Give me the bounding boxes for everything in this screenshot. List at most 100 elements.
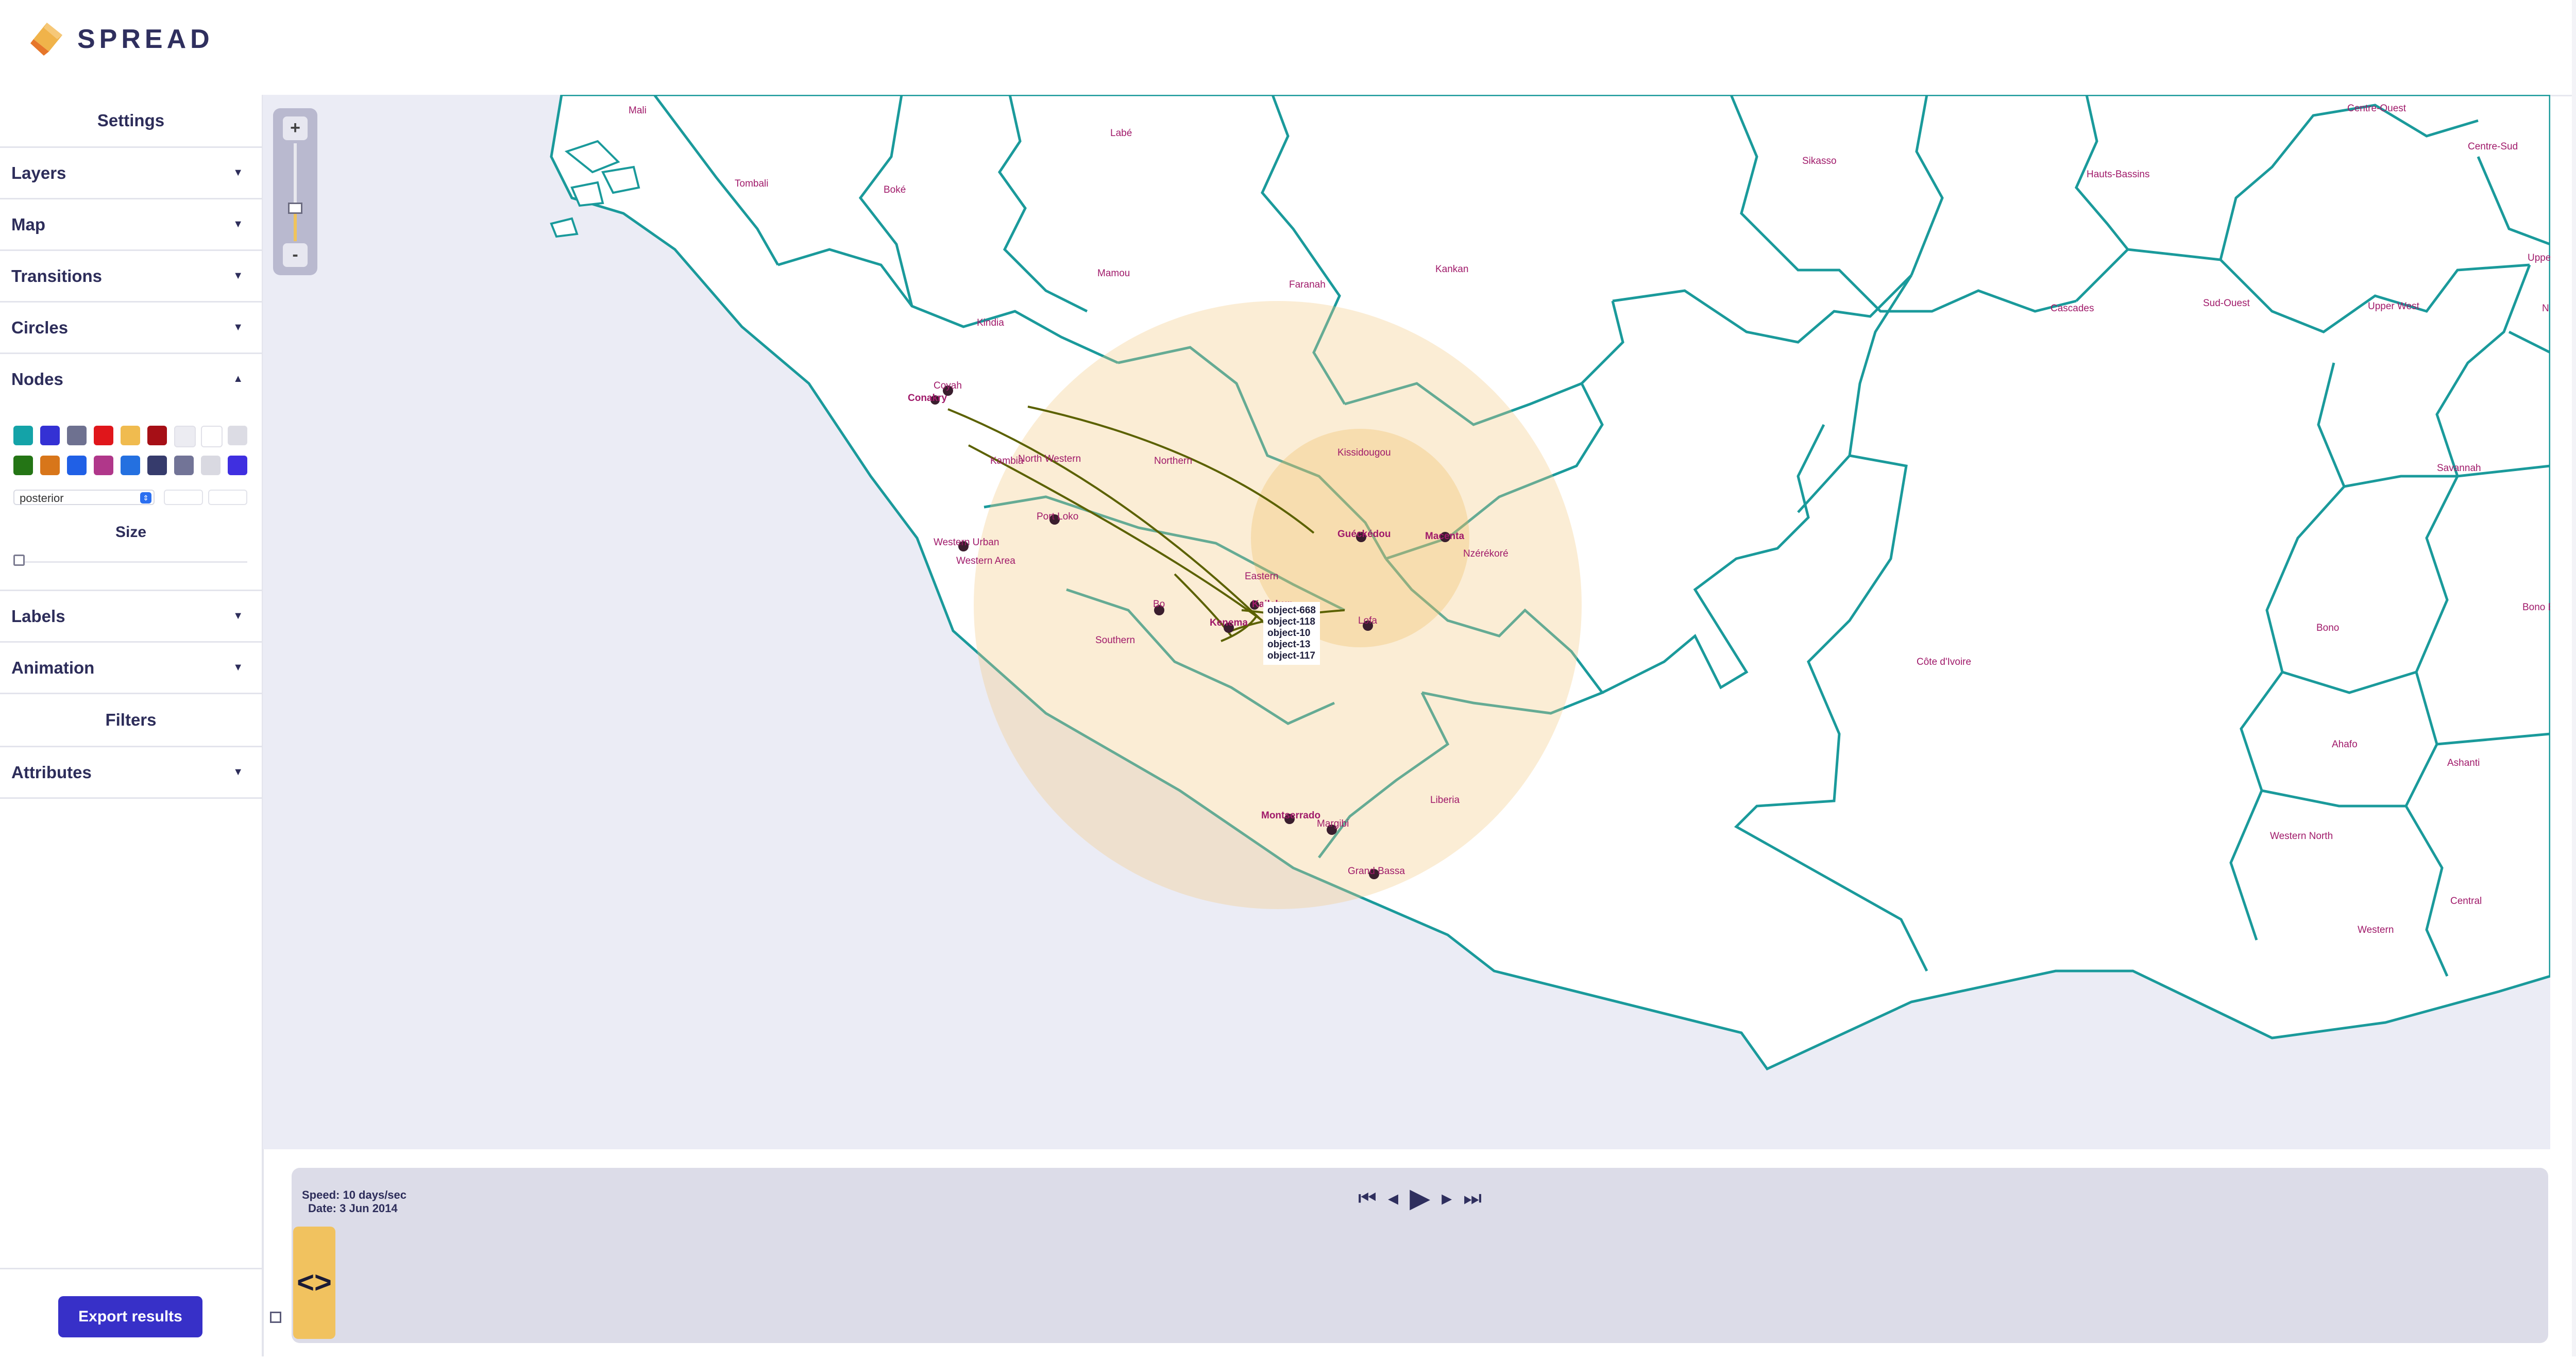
skip-to-start-icon[interactable]: ⏮ bbox=[1358, 1180, 1377, 1216]
zoom-out-button[interactable]: - bbox=[283, 243, 308, 267]
region-label: Savannah bbox=[2437, 463, 2481, 474]
region-label: Northern bbox=[1154, 456, 1192, 466]
region-label: Bo bbox=[1153, 599, 1165, 610]
color-swatch[interactable] bbox=[121, 426, 140, 445]
skip-to-end-icon[interactable]: ⏭ bbox=[1463, 1180, 1482, 1216]
color-swatch[interactable] bbox=[13, 426, 33, 445]
sidebar-item-label: Attributes bbox=[11, 763, 92, 782]
caret-down-icon: ▼ bbox=[233, 167, 243, 178]
sidebar-item-labels[interactable]: Labels ▼ bbox=[0, 591, 262, 643]
sidebar-item-layers[interactable]: Layers ▼ bbox=[0, 148, 262, 199]
region-label: North Western bbox=[1018, 454, 1081, 464]
sidebar-item-attributes[interactable]: Attributes ▼ bbox=[0, 747, 262, 799]
sidebar-item-label: Animation bbox=[11, 658, 95, 677]
region-label: Liberia bbox=[1430, 795, 1460, 806]
color-swatch[interactable] bbox=[67, 456, 87, 475]
color-swatch[interactable] bbox=[94, 426, 113, 445]
attribute-select-value: posterior bbox=[20, 492, 64, 505]
color-swatch[interactable] bbox=[147, 426, 167, 445]
sidebar-item-circles[interactable]: Circles ▼ bbox=[0, 303, 262, 354]
size-slider-track[interactable] bbox=[15, 561, 247, 563]
color-min-input[interactable] bbox=[164, 490, 203, 505]
sidebar-item-nodes[interactable]: Nodes ▲ bbox=[0, 354, 262, 404]
tooltip-line: object-117 bbox=[1267, 650, 1315, 661]
color-swatch[interactable] bbox=[201, 426, 223, 447]
caret-down-icon: ▼ bbox=[233, 219, 243, 230]
color-swatch[interactable] bbox=[121, 456, 140, 475]
window-edge bbox=[2572, 0, 2576, 1356]
tooltip-line: object-13 bbox=[1267, 639, 1311, 650]
sidebar-item-animation[interactable]: Animation ▼ bbox=[0, 643, 262, 694]
settings-title: Settings bbox=[0, 95, 262, 148]
region-label: Montserrado bbox=[1261, 810, 1320, 821]
color-swatch[interactable] bbox=[201, 456, 221, 475]
island bbox=[570, 181, 604, 207]
region-label: Bono bbox=[2316, 623, 2339, 633]
caret-down-icon: ▼ bbox=[233, 766, 243, 778]
region-label: Grand Bassa bbox=[1348, 866, 1405, 877]
playback-controls: ⏮ ◂ ▶ ▸ ⏭ bbox=[1358, 1180, 1482, 1216]
color-swatch[interactable] bbox=[228, 426, 247, 445]
color-swatch[interactable] bbox=[40, 456, 60, 475]
color-swatch[interactable] bbox=[67, 426, 87, 445]
region-label: Macenta bbox=[1425, 531, 1464, 542]
sidebar-item-transitions[interactable]: Transitions ▼ bbox=[0, 251, 262, 303]
region-label: Sikasso bbox=[1802, 156, 1837, 166]
color-swatch[interactable] bbox=[228, 456, 247, 475]
size-slider-thumb[interactable] bbox=[13, 555, 25, 566]
region-label: Port Loko bbox=[1037, 511, 1078, 522]
region-label: Lofa bbox=[1358, 615, 1377, 626]
tooltip-line: object-118 bbox=[1267, 616, 1315, 627]
nodes-panel: posterior ⇕ Size bbox=[0, 404, 262, 591]
region-label: Labé bbox=[1110, 128, 1132, 139]
island bbox=[550, 217, 579, 238]
drag-handle-icon: <> bbox=[297, 1266, 332, 1299]
caret-down-icon: ▼ bbox=[233, 322, 243, 333]
attribute-select[interactable]: posterior ⇕ bbox=[13, 490, 155, 505]
filters-title: Filters bbox=[0, 694, 262, 747]
region-label: Western North bbox=[2270, 831, 2333, 842]
zoom-control: + - bbox=[273, 108, 317, 275]
sidebar-item-label: Circles bbox=[11, 318, 69, 337]
region-label: Ahafo bbox=[2332, 739, 2358, 750]
region-label: Sud-Ouest bbox=[2203, 298, 2250, 309]
region-label: Mali bbox=[629, 105, 647, 116]
sidebar-item-label: Transitions bbox=[11, 266, 103, 286]
region-label: Hauts-Bassins bbox=[2087, 169, 2150, 180]
step-back-icon[interactable]: ◂ bbox=[1388, 1180, 1398, 1216]
color-swatch[interactable] bbox=[13, 456, 33, 475]
export-results-button[interactable]: Export results bbox=[58, 1296, 202, 1337]
color-max-input[interactable] bbox=[208, 490, 247, 505]
sidebar-item-label: Labels bbox=[11, 607, 65, 626]
map-svg: Mali Labé Boké Tombali Mamou Kindia Fara… bbox=[550, 95, 2550, 1071]
play-icon[interactable]: ▶ bbox=[1410, 1180, 1430, 1216]
zoom-slider-thumb[interactable] bbox=[288, 203, 302, 214]
region-label: Western bbox=[2358, 925, 2394, 935]
caret-down-icon: ▼ bbox=[233, 270, 243, 281]
color-swatch[interactable] bbox=[174, 456, 194, 475]
timeline-range-handle[interactable]: <> bbox=[293, 1227, 335, 1339]
region-label: Upper bbox=[2528, 253, 2550, 263]
region-label: Coyah bbox=[934, 380, 962, 391]
spread-logo-icon bbox=[30, 23, 62, 56]
sidebar-item-label: Map bbox=[11, 215, 45, 234]
color-swatch[interactable] bbox=[147, 456, 167, 475]
zoom-in-button[interactable]: + bbox=[283, 116, 308, 140]
size-label: Size bbox=[115, 524, 147, 541]
timeline-checkbox[interactable] bbox=[270, 1312, 281, 1323]
speed-readout: Speed: 10 days/sec bbox=[302, 1188, 407, 1201]
region-label: Kissidougou bbox=[1337, 447, 1391, 458]
select-arrow-icon: ⇕ bbox=[140, 492, 151, 504]
map-canvas[interactable]: Mali Labé Boké Tombali Mamou Kindia Fara… bbox=[263, 95, 2550, 1149]
color-swatch[interactable] bbox=[40, 426, 60, 445]
region-label: Guéckédou bbox=[1337, 529, 1391, 540]
region-label: Centre-Ouest bbox=[2347, 103, 2406, 114]
app-header: SPREAD bbox=[0, 0, 2576, 96]
region-label: Upper West bbox=[2368, 301, 2420, 312]
sidebar-item-map[interactable]: Map ▼ bbox=[0, 199, 262, 251]
step-forward-icon[interactable]: ▸ bbox=[1442, 1180, 1452, 1216]
color-swatch[interactable] bbox=[94, 456, 113, 475]
node-tooltip: object-668 object-118 object-10 object-1… bbox=[1263, 602, 1320, 665]
region-label: Centre-Sud bbox=[2468, 141, 2518, 152]
color-swatch[interactable] bbox=[174, 426, 196, 447]
